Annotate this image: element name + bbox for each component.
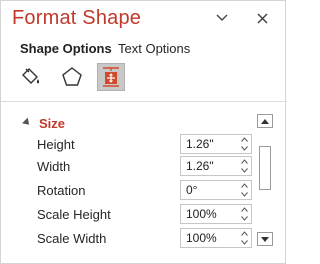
scale-width-input[interactable]: 100%: [180, 228, 252, 248]
width-label: Width: [37, 159, 71, 174]
height-value: 1.26": [186, 137, 214, 151]
chevron-down-icon: [241, 192, 248, 197]
collapse-arrow-icon: [22, 117, 32, 128]
effects-tab-button[interactable]: [59, 64, 85, 90]
tab-shape-options[interactable]: Shape Options: [20, 41, 112, 56]
chevron-down-icon: [241, 216, 248, 221]
scale-height-label: Scale Height: [37, 207, 111, 222]
pane-options-dropdown[interactable]: [212, 9, 232, 27]
fill-line-icon: [22, 68, 40, 84]
chevron-up-icon: [241, 183, 248, 188]
effects-icon: [62, 67, 82, 86]
close-pane-button[interactable]: [251, 7, 273, 29]
chevron-up-icon: [241, 159, 248, 164]
height-input[interactable]: 1.26": [180, 134, 252, 154]
format-shape-pane: Format Shape Shape Options Text Options: [0, 0, 287, 264]
scale-width-spinner: [238, 229, 251, 247]
rotation-row: Rotation 0°: [1, 180, 259, 202]
scale-width-increment-button[interactable]: [238, 229, 251, 238]
height-increment-button[interactable]: [238, 135, 251, 144]
chevron-down-icon: [216, 14, 228, 21]
width-value: 1.26": [186, 159, 214, 173]
rotation-input[interactable]: 0°: [180, 180, 252, 200]
height-spinner: [238, 135, 251, 153]
scale-height-increment-button[interactable]: [238, 205, 251, 214]
scroll-track[interactable]: [257, 128, 273, 232]
scale-height-spinner: [238, 205, 251, 223]
chevron-down-icon: [241, 168, 248, 173]
width-decrement-button[interactable]: [238, 166, 251, 175]
height-decrement-button[interactable]: [238, 144, 251, 153]
scale-width-value: 100%: [186, 231, 217, 245]
triangle-up-icon: [261, 118, 269, 124]
height-row: Height 1.26": [1, 134, 259, 156]
scale-width-label: Scale Width: [37, 231, 107, 246]
size-properties-icon: [103, 67, 119, 87]
scale-height-row: Scale Height 100%: [1, 204, 259, 226]
scale-height-input[interactable]: 100%: [180, 204, 252, 224]
scale-width-row: Scale Width 100%: [1, 228, 259, 250]
scale-width-decrement-button[interactable]: [238, 238, 251, 247]
fill-line-tab-button[interactable]: [18, 64, 44, 90]
width-input[interactable]: 1.26": [180, 156, 252, 176]
chevron-up-icon: [241, 207, 248, 212]
rotation-label: Rotation: [37, 183, 86, 198]
rotation-spinner: [238, 181, 251, 199]
tabs-divider: [1, 101, 287, 102]
scroll-up-button[interactable]: [257, 114, 273, 128]
scale-height-value: 100%: [186, 207, 217, 221]
scroll-thumb[interactable]: [259, 146, 271, 190]
vertical-scrollbar[interactable]: [257, 114, 273, 246]
size-section: Size Height 1.26" Width 1.26" Rotation 0…: [1, 109, 259, 264]
width-spinner: [238, 157, 251, 175]
section-header-size[interactable]: Size: [22, 116, 66, 131]
pane-title: Format Shape: [12, 7, 142, 29]
scale-height-decrement-button[interactable]: [238, 214, 251, 223]
close-icon: [256, 12, 268, 24]
rotation-decrement-button[interactable]: [238, 190, 251, 199]
chevron-down-icon: [241, 146, 248, 151]
chevron-up-icon: [241, 231, 248, 236]
chevron-up-icon: [241, 137, 248, 142]
width-increment-button[interactable]: [238, 157, 251, 166]
triangle-down-icon: [261, 236, 269, 242]
rotation-value: 0°: [186, 183, 198, 197]
size-properties-tab-button[interactable]: [97, 63, 125, 91]
height-label: Height: [37, 137, 75, 152]
width-row: Width 1.26": [1, 156, 259, 178]
section-label: Size: [39, 116, 66, 131]
rotation-increment-button[interactable]: [238, 181, 251, 190]
scroll-down-button[interactable]: [257, 232, 273, 246]
chevron-down-icon: [241, 240, 248, 245]
tab-text-options[interactable]: Text Options: [118, 41, 190, 56]
